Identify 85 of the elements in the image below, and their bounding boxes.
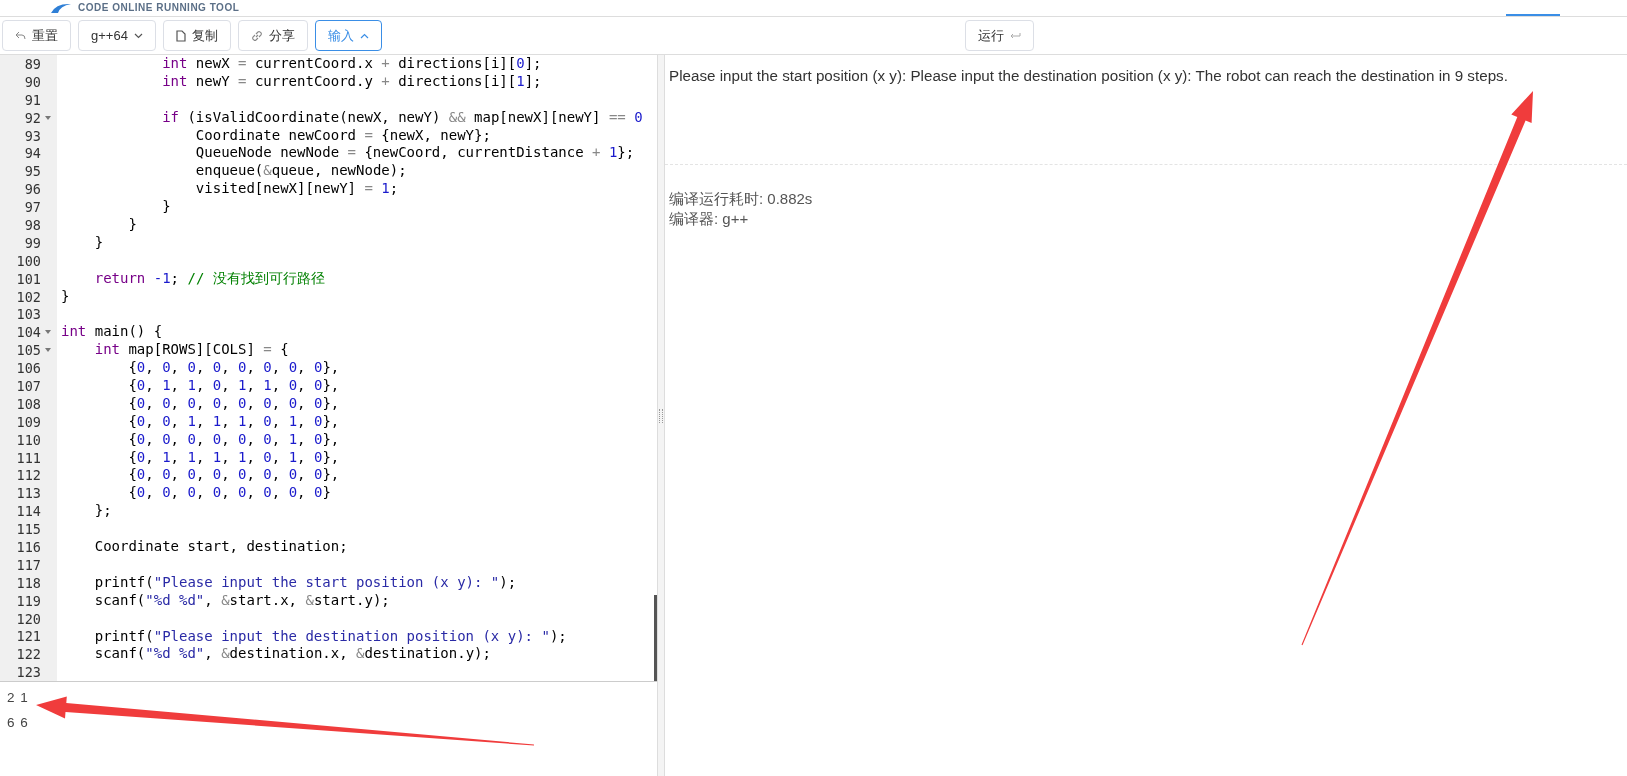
- code-line: };: [93, 502, 112, 521]
- line-number: 100: [16, 252, 41, 269]
- logo-icon: [50, 2, 72, 14]
- line-number: 99: [24, 234, 41, 251]
- line-number: 112: [16, 467, 41, 484]
- code-line: return -1; // 没有找到可行路径: [93, 269, 325, 288]
- line-number: 117: [16, 556, 41, 573]
- compile-info: 编译器: g++: [669, 209, 749, 229]
- chevron-up-icon: [359, 32, 369, 39]
- compile-info: 编译运行耗时: 0.882s: [669, 189, 813, 209]
- line-number: 106: [16, 360, 41, 377]
- code-line: enqueue(&queue, newNode);: [194, 162, 407, 181]
- code-line: scanf("%d %d", &start.x, &start.y);: [93, 591, 390, 610]
- compiler-button[interactable]: g++64: [78, 20, 156, 51]
- line-number: 92: [24, 109, 41, 126]
- code-line: }: [93, 233, 104, 252]
- code-line: {0, 0, 0, 0, 0, 0, 0, 0},: [127, 394, 340, 413]
- line-number: 109: [16, 413, 41, 430]
- code-line: int newX = currentCoord.x + directions[i][0];: [161, 55, 542, 73]
- code-line: }: [61, 287, 70, 306]
- link-icon: [250, 29, 263, 42]
- line-number: 118: [16, 574, 41, 591]
- code-line: {0, 1, 1, 0, 1, 1, 0, 0},: [127, 377, 340, 395]
- input-button[interactable]: 输入: [314, 20, 382, 51]
- line-number: 89: [24, 55, 41, 72]
- line-number: 119: [16, 592, 41, 609]
- share-button[interactable]: 分享: [237, 20, 308, 51]
- chevron-down-icon: [133, 32, 143, 39]
- tab-indicator: [1506, 14, 1560, 16]
- line-number: 91: [24, 91, 41, 108]
- line-number: 120: [16, 610, 41, 627]
- code-line: {0, 0, 0, 0, 0, 0, 0, 0},: [127, 359, 340, 378]
- line-number: 113: [16, 485, 41, 502]
- run-button[interactable]: 运行: [965, 20, 1034, 51]
- code-line: int map[ROWS][COLS] = {: [93, 341, 289, 360]
- logo-text: CODE ONLINE RUNNING TOOL: [78, 2, 240, 14]
- fold-marker-icon[interactable]: [45, 115, 51, 120]
- document-icon: [175, 29, 186, 42]
- code-line: scanf("%d %d", &destination.x, &destination.y);: [93, 645, 491, 664]
- line-number: 107: [16, 377, 41, 394]
- line-number: 108: [16, 395, 41, 412]
- code-line: if (isValidCoordinate(newX, newY) && map[newX][newY] == 0: [161, 108, 643, 127]
- code-line: visited[newX][newY] = 1;: [194, 180, 399, 199]
- copy-button[interactable]: 复制: [162, 20, 231, 51]
- enter-key-icon: [1010, 31, 1021, 40]
- line-number: 111: [16, 449, 41, 466]
- line-number: 98: [24, 216, 41, 233]
- code-line: int main() {: [61, 323, 163, 342]
- code-line: printf("Please input the start position (x y): ");: [93, 573, 517, 592]
- fold-marker-icon[interactable]: [45, 348, 51, 353]
- line-number: 115: [16, 521, 41, 538]
- line-number: 97: [24, 199, 41, 216]
- reset-button[interactable]: 重置: [2, 20, 71, 51]
- line-number: 123: [16, 664, 41, 681]
- line-number: 101: [16, 270, 41, 287]
- line-number: 90: [24, 73, 41, 90]
- program-output: Please input the start position (x y): Please input the destination position (x y): The robot can reach the destination in 9 steps.: [669, 66, 1509, 86]
- line-number: 93: [24, 127, 41, 144]
- line-number: 122: [16, 646, 41, 663]
- code-line: {0, 0, 0, 0, 0, 0, 0, 0},: [127, 466, 340, 485]
- line-number: 94: [24, 145, 41, 162]
- line-number: 110: [16, 431, 41, 448]
- line-number: 104: [16, 324, 41, 341]
- code-line: int newY = currentCoord.y + directions[i][1];: [161, 72, 542, 91]
- line-number: 96: [24, 181, 41, 198]
- code-line: }: [127, 216, 137, 234]
- line-number: 121: [16, 628, 41, 645]
- line-number: 95: [24, 163, 41, 180]
- code-line: QueueNode newNode = {newCoord, currentDistance + 1};: [194, 144, 635, 163]
- code-line: printf("Please input the destination position (x y): ");: [93, 627, 567, 646]
- line-number: 105: [16, 342, 41, 359]
- code-line: {0, 0, 0, 0, 0, 0, 1, 0},: [127, 430, 340, 449]
- line-number: 103: [16, 306, 41, 323]
- code-line: Coordinate newCoord = {newX, newY};: [194, 126, 491, 145]
- fold-marker-icon[interactable]: [45, 330, 51, 335]
- line-number: 114: [16, 503, 41, 520]
- scrollbar-thumb[interactable]: [654, 595, 657, 681]
- code-line: {0, 0, 1, 1, 1, 0, 1, 0},: [127, 412, 340, 431]
- undo-icon: [15, 31, 26, 40]
- code-line: {0, 0, 0, 0, 0, 0, 0, 0}: [127, 484, 331, 503]
- line-number: 102: [16, 288, 41, 305]
- code-line: Coordinate start, destination;: [93, 538, 348, 556]
- line-number: 116: [16, 539, 41, 555]
- code-line: {0, 1, 1, 1, 1, 0, 1, 0},: [127, 448, 340, 467]
- code-line: }: [161, 198, 171, 216]
